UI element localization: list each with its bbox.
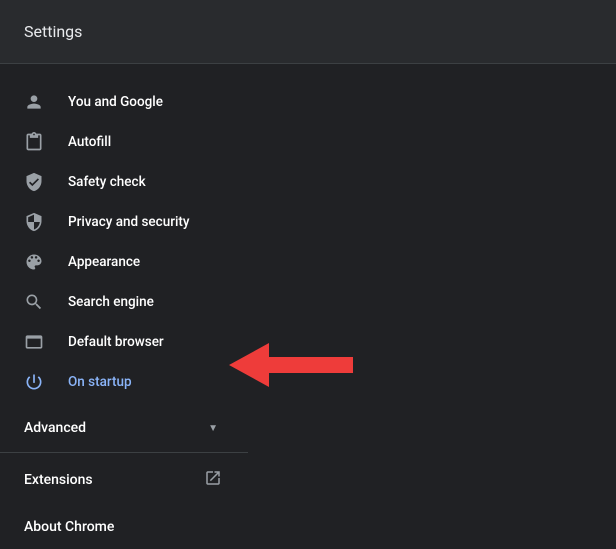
about-label: About Chrome (24, 519, 114, 535)
search-icon (24, 292, 44, 312)
sidebar-item-label: Autofill (68, 134, 111, 150)
sidebar-item-label: Safety check (68, 174, 146, 190)
browser-icon (24, 332, 44, 352)
content-area: You and Google Autofill Safety check Pri… (0, 64, 616, 549)
sidebar-item-safety-check[interactable]: Safety check (0, 162, 248, 202)
person-icon (24, 92, 44, 112)
sidebar-item-label: Appearance (68, 254, 140, 270)
settings-header: Settings (0, 0, 616, 64)
sidebar-item-about-chrome[interactable]: About Chrome (0, 505, 248, 549)
divider (0, 452, 248, 453)
sidebar-item-appearance[interactable]: Appearance (0, 242, 248, 282)
clipboard-icon (24, 132, 44, 152)
sidebar-item-you-and-google[interactable]: You and Google (0, 82, 248, 122)
sidebar-item-default-browser[interactable]: Default browser (0, 322, 248, 362)
advanced-label: Advanced (24, 420, 86, 436)
extensions-label: Extensions (24, 472, 93, 488)
page-title: Settings (24, 22, 82, 41)
sidebar-item-privacy[interactable]: Privacy and security (0, 202, 248, 242)
shield-icon (24, 212, 44, 232)
palette-icon (24, 252, 44, 272)
sidebar-item-label: Search engine (68, 294, 154, 310)
sidebar-item-label: You and Google (68, 94, 163, 110)
sidebar-item-autofill[interactable]: Autofill (0, 122, 248, 162)
sidebar-item-on-startup[interactable]: On startup (0, 362, 248, 402)
sidebar-item-extensions[interactable]: Extensions (0, 455, 248, 505)
power-icon (24, 372, 44, 392)
settings-sidebar: You and Google Autofill Safety check Pri… (0, 64, 248, 549)
shield-check-icon (24, 172, 44, 192)
external-link-icon (204, 469, 222, 491)
sidebar-item-label: Privacy and security (68, 214, 190, 230)
sidebar-advanced-toggle[interactable]: Advanced ▼ (0, 406, 248, 450)
sidebar-item-search-engine[interactable]: Search engine (0, 282, 248, 322)
sidebar-item-label: Default browser (68, 334, 164, 350)
chevron-down-icon: ▼ (208, 423, 218, 434)
sidebar-item-label: On startup (68, 374, 132, 390)
